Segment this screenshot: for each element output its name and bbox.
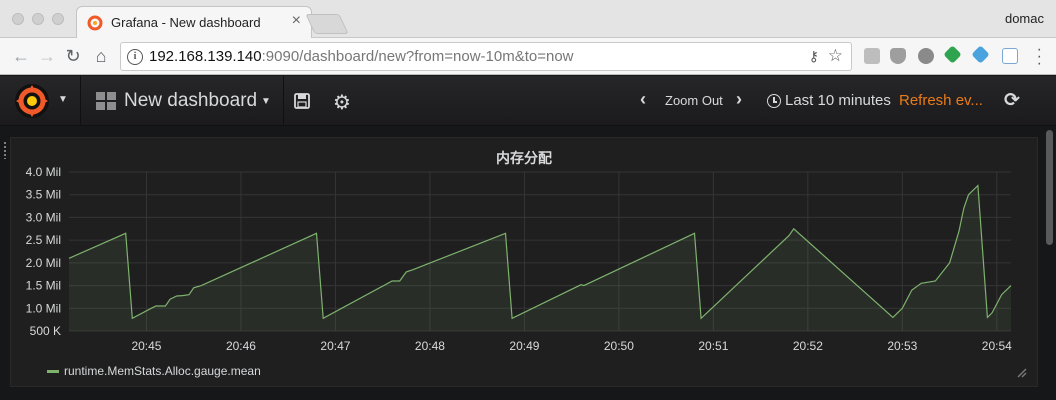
url-host: 192.168.139.140	[149, 48, 262, 65]
x-tick-label: 20:54	[982, 339, 1012, 353]
x-tick-label: 20:53	[887, 339, 917, 353]
browser-tab[interactable]: Grafana - New dashboard ×	[76, 6, 312, 38]
browser-menu-icon[interactable]: · · ·	[1037, 42, 1042, 72]
clock-icon	[767, 94, 781, 108]
series-area	[69, 185, 1011, 331]
memory-chart: 500 K 1.0 Mil 1.5 Mil 2.0 Mil 2.5 Mil 3.0 Mil…	[26, 165, 1013, 353]
y-tick-label: 500 K	[30, 324, 61, 338]
y-tick-label: 3.0 Mil	[26, 210, 61, 224]
url-text[interactable]: 192.168.139.140:9090/dashboard/new?from=…	[149, 48, 574, 65]
dashboard-grid-icon	[96, 92, 116, 110]
reload-icon[interactable]: ↻	[62, 44, 84, 68]
refresh-interval-label[interactable]: Refresh ev...	[899, 92, 983, 109]
page-scrollbar[interactable]	[1046, 130, 1053, 245]
bookmark-star-icon[interactable]: ☆	[828, 46, 843, 66]
grafana-navbar: ▼ New dashboard ▼ ⚙ ‹ Zoom Out › Last 10…	[0, 76, 1056, 126]
forward-arrow-icon[interactable]: →	[36, 44, 58, 68]
x-tick-label: 20:47	[320, 339, 350, 353]
profile-name[interactable]: domac	[1005, 11, 1044, 26]
dashboard-caret-icon: ▼	[261, 96, 271, 107]
panel-resize-handle-icon[interactable]	[1015, 366, 1027, 378]
time-range-picker[interactable]: Last 10 minutes	[785, 92, 891, 109]
menu-caret-icon: ▼	[58, 94, 68, 105]
tab-title: Grafana - New dashboard	[111, 15, 261, 30]
window-zoom-button[interactable]	[52, 13, 64, 25]
x-tick-label: 20:49	[509, 339, 539, 353]
y-tick-label: 1.5 Mil	[26, 279, 61, 293]
dashboard-title: New dashboard	[124, 90, 258, 111]
blue-extension-icon[interactable]	[971, 45, 990, 64]
grafana-menu-button[interactable]: ▼	[0, 76, 81, 126]
address-bar[interactable]: i 192.168.139.140:9090/dashboard/new?fro…	[120, 42, 852, 71]
ad-extension-icon[interactable]	[1002, 48, 1018, 64]
key-icon[interactable]: ⚷	[809, 48, 819, 65]
back-arrow-icon[interactable]: ←	[10, 44, 32, 68]
y-tick-label: 4.0 Mil	[26, 165, 61, 179]
green-extension-icon[interactable]	[943, 45, 962, 64]
grafana-logo-icon	[15, 84, 49, 118]
graph-panel: 内存分配 500 K 1.0 Mil 1.5 Mil 2.0 Mil 2.5 Mil 3.…	[10, 137, 1038, 387]
tab-close-icon[interactable]: ×	[292, 13, 301, 29]
y-tick-label: 2.5 Mil	[26, 233, 61, 247]
x-tick-label: 20:46	[226, 339, 256, 353]
refresh-icon[interactable]: ⟳	[1004, 89, 1020, 112]
url-path: :9090/dashboard/new?from=now-10m&to=now	[261, 48, 574, 65]
window-close-button[interactable]	[12, 13, 24, 25]
site-info-icon[interactable]: i	[127, 49, 143, 65]
x-tick-label: 20:51	[698, 339, 728, 353]
mail-extension-icon[interactable]	[864, 48, 880, 64]
evernote-extension-icon[interactable]	[918, 48, 934, 64]
time-shift-forward-icon[interactable]: ›	[736, 89, 742, 110]
row-drag-handle[interactable]	[3, 141, 7, 159]
time-shift-back-icon[interactable]: ‹	[640, 89, 646, 110]
legend-series-label[interactable]: runtime.MemStats.Alloc.gauge.mean	[64, 364, 261, 378]
home-icon[interactable]: ⌂	[90, 44, 112, 68]
dashboard-picker[interactable]: New dashboard ▼	[81, 76, 284, 126]
y-tick-label: 1.0 Mil	[26, 301, 61, 315]
settings-cog-icon[interactable]: ⚙	[333, 90, 351, 115]
x-tick-label: 20:52	[793, 339, 823, 353]
pocket-extension-icon[interactable]	[890, 48, 906, 64]
browser-tab-bar: Grafana - New dashboard × domac	[0, 0, 1056, 38]
window-minimize-button[interactable]	[32, 13, 44, 25]
grafana-favicon-icon	[87, 15, 103, 31]
x-tick-label: 20:50	[604, 339, 634, 353]
save-icon[interactable]	[294, 93, 310, 109]
y-tick-label: 2.0 Mil	[26, 256, 61, 270]
x-tick-label: 20:48	[415, 339, 445, 353]
browser-toolbar: ← → ↻ ⌂ i 192.168.139.140:9090/dashboard…	[0, 38, 1056, 75]
x-tick-label: 20:45	[131, 339, 161, 353]
legend-swatch	[47, 369, 59, 373]
chart-legend: runtime.MemStats.Alloc.gauge.mean	[47, 364, 261, 378]
zoom-out-button[interactable]: Zoom Out	[665, 93, 723, 108]
y-tick-label: 3.5 Mil	[26, 188, 61, 202]
